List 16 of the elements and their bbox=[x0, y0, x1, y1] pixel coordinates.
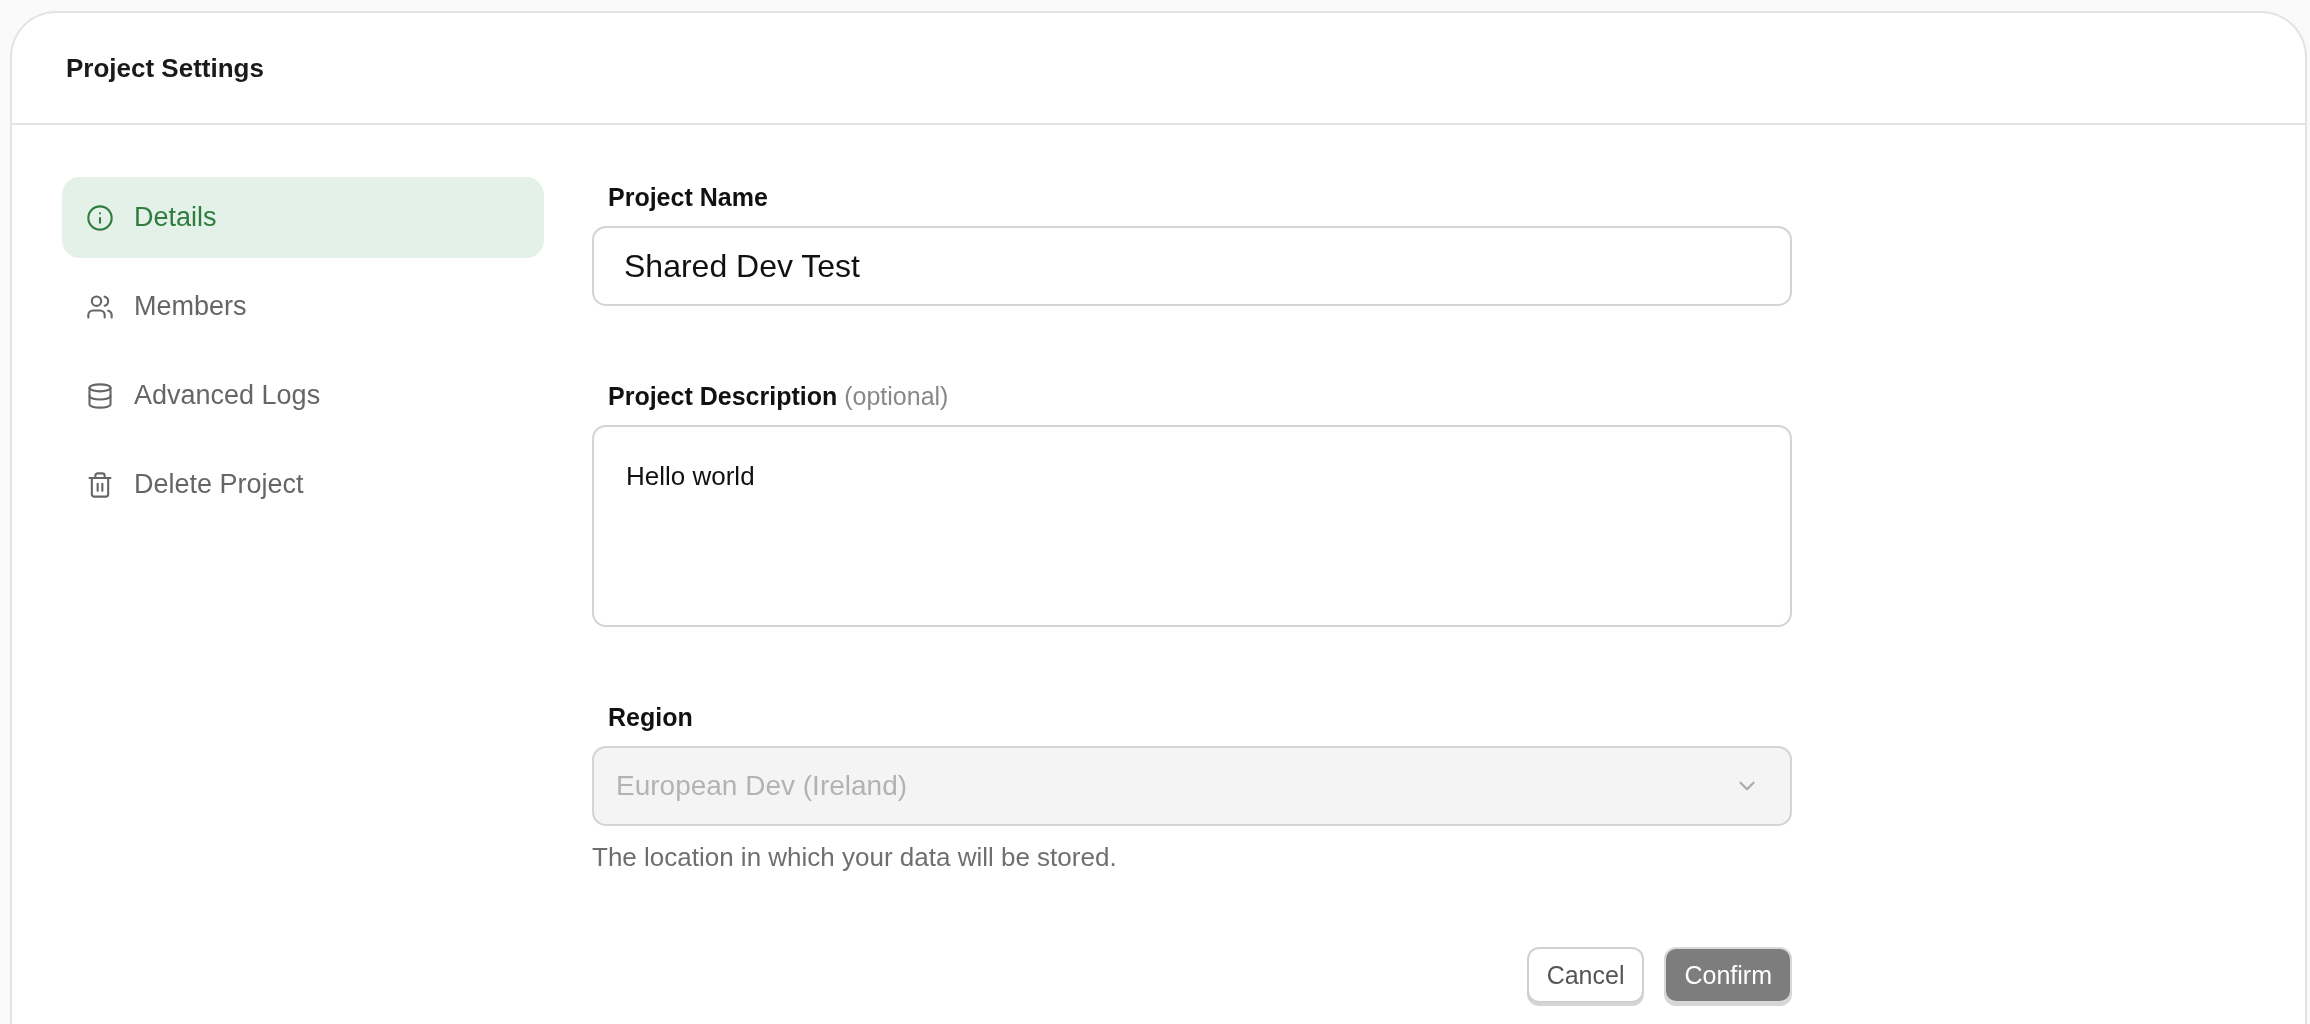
field-label: Project Description (optional) bbox=[608, 382, 950, 411]
sidebar-item[interactable]: Advanced Logs bbox=[62, 355, 544, 436]
cancel-button[interactable]: Cancel bbox=[1526, 947, 1645, 1003]
database-icon bbox=[86, 381, 114, 410]
project-name-field[interactable]: Shared Dev Test bbox=[592, 226, 1792, 306]
sidebar-item[interactable]: Details bbox=[62, 177, 544, 258]
sidebar-item[interactable]: Delete Project bbox=[62, 444, 544, 525]
users-icon bbox=[86, 292, 114, 321]
sidebar-item[interactable]: Members bbox=[62, 266, 544, 347]
help-text: The location in which your data will be stored. bbox=[592, 842, 1118, 873]
field-label: Region bbox=[608, 703, 694, 732]
field-label: Project Name bbox=[608, 183, 769, 212]
description-field[interactable]: Hello world bbox=[592, 425, 1792, 627]
info-icon bbox=[86, 203, 114, 232]
page-title: Project Settings bbox=[66, 52, 264, 84]
trash-icon bbox=[86, 470, 114, 499]
